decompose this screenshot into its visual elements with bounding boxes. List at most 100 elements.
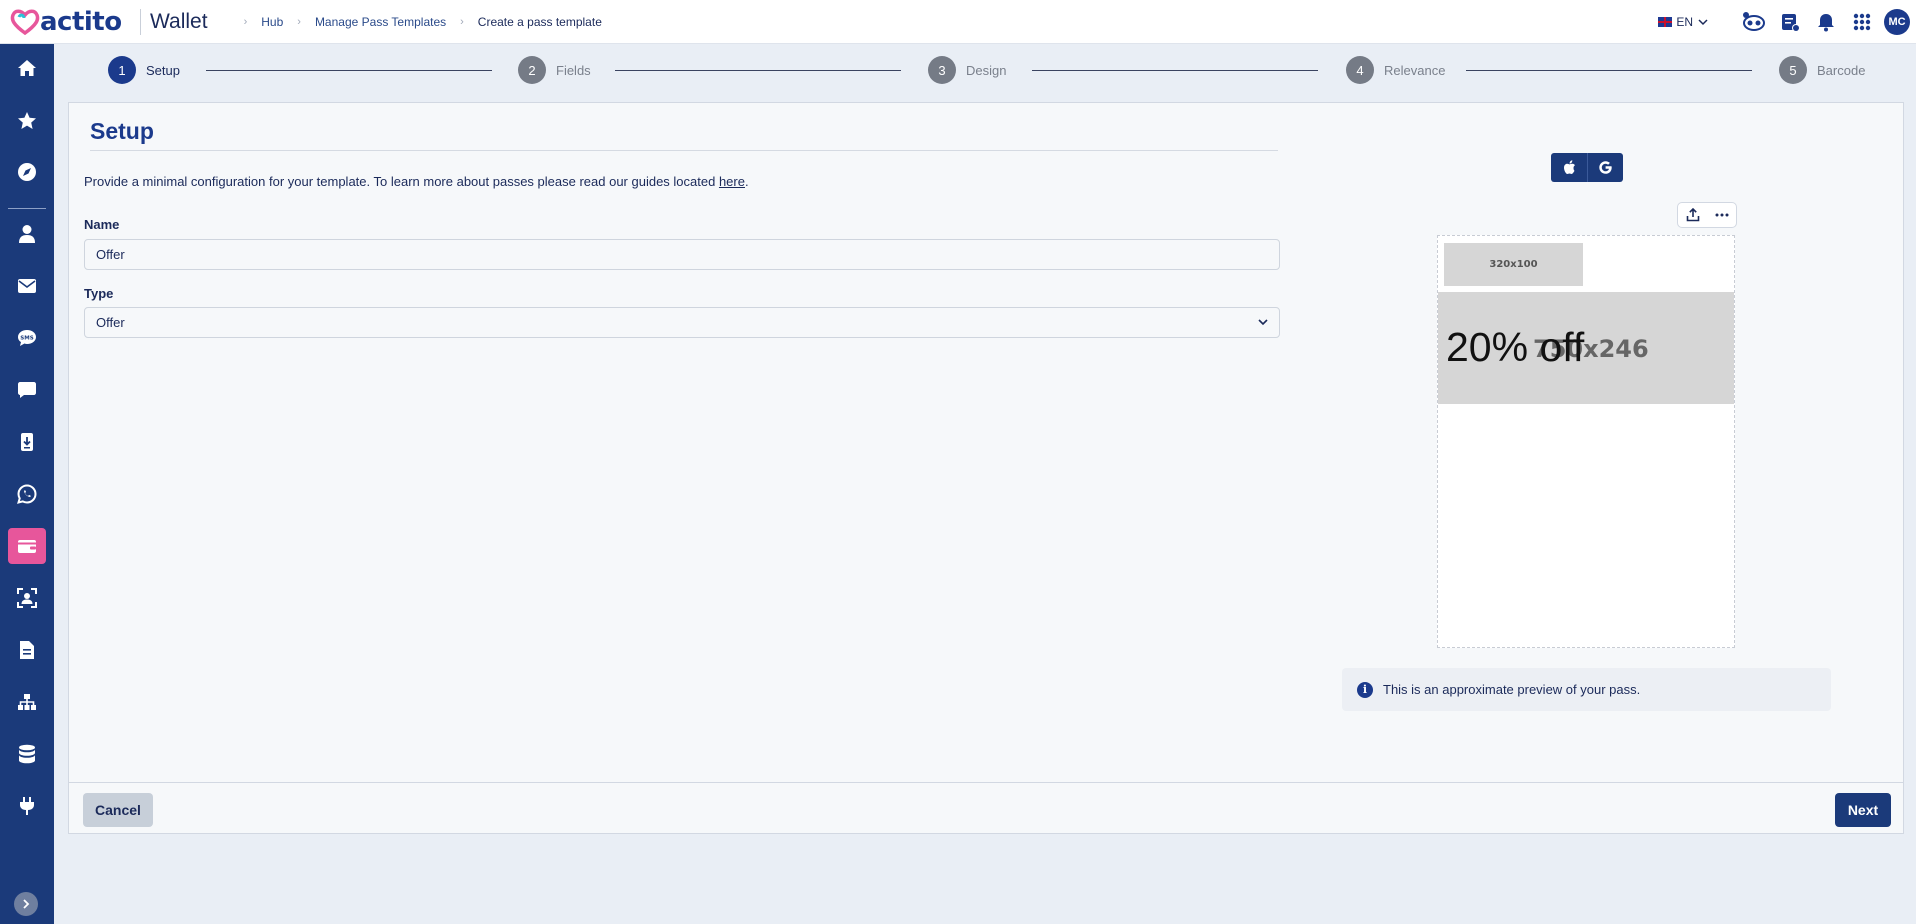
app-title: Wallet	[150, 9, 208, 33]
type-label: Type	[84, 286, 114, 301]
step-label: Barcode	[1817, 62, 1866, 78]
step-label: Fields	[556, 62, 591, 78]
language-selector[interactable]: EN	[1658, 15, 1708, 29]
step-number: 3	[928, 56, 956, 84]
pass-preview: 320x100 750x246 20% off	[1437, 235, 1735, 648]
next-button[interactable]: Next	[1835, 793, 1891, 827]
cancel-button[interactable]: Cancel	[83, 793, 153, 827]
step-design[interactable]: 3 Design	[928, 56, 1006, 84]
star-icon	[18, 111, 36, 129]
step-number: 1	[108, 56, 136, 84]
step-setup[interactable]: 1 Setup	[108, 56, 180, 84]
wizard-stepper: 1 Setup 2 Fields 3 Design 4 Relevance 5 …	[108, 56, 1868, 84]
sidebar-item-email[interactable]	[8, 268, 46, 304]
preview-notice-text: This is an approximate preview of your p…	[1383, 682, 1641, 697]
sitemap-icon	[18, 694, 36, 710]
sms-icon: SMS	[18, 330, 36, 346]
setup-card: Setup Provide a minimal configuration fo…	[68, 102, 1904, 834]
step-connector	[206, 70, 492, 71]
sidebar-item-explore[interactable]	[8, 154, 46, 190]
sidebar-divider	[8, 208, 46, 209]
step-connector	[1032, 70, 1318, 71]
apple-icon	[1563, 160, 1575, 174]
language-label: EN	[1676, 15, 1693, 29]
chevron-right-icon	[23, 899, 30, 909]
title-divider	[90, 150, 1278, 151]
sidebar-item-chat[interactable]	[8, 372, 46, 408]
google-icon	[1599, 161, 1612, 174]
step-number: 2	[518, 56, 546, 84]
breadcrumb-current: Create a pass template	[477, 14, 602, 29]
step-barcode[interactable]: 5 Barcode	[1779, 56, 1865, 84]
intro-text: Provide a minimal configuration for your…	[84, 174, 749, 189]
apps-grid-icon[interactable]	[1844, 0, 1880, 44]
name-input[interactable]: Offer	[84, 239, 1280, 270]
logo-image-placeholder: 320x100	[1444, 243, 1583, 286]
sidebar-item-contacts[interactable]	[8, 216, 46, 252]
actito-logo[interactable]: actito	[10, 9, 134, 35]
sidebar-item-favorites[interactable]	[8, 102, 46, 138]
breadcrumb-manage-pass-templates[interactable]: Manage Pass Templates	[315, 15, 446, 29]
sidebar-item-audience[interactable]	[8, 580, 46, 616]
sidebar-item-wallet[interactable]	[8, 528, 46, 564]
sidebar-item-scenarios[interactable]	[8, 684, 46, 720]
database-icon	[19, 744, 35, 764]
bell-icon[interactable]	[1808, 0, 1844, 44]
top-bar: actito Wallet › Hub › Manage Pass Templa…	[0, 0, 1916, 44]
sidebar-item-whatsapp[interactable]	[8, 476, 46, 512]
sidebar-item-documents[interactable]	[8, 632, 46, 668]
person-icon	[19, 225, 35, 243]
user-avatar[interactable]: MC	[1884, 9, 1910, 35]
tasks-badge-icon[interactable]	[1772, 0, 1808, 44]
plug-icon	[20, 797, 34, 815]
step-connector	[1466, 70, 1752, 71]
sidebar-item-integrations[interactable]	[8, 788, 46, 824]
chat-icon	[18, 382, 36, 398]
svg-text:SMS: SMS	[20, 336, 33, 342]
step-number: 5	[1779, 56, 1807, 84]
logo-text: actito	[40, 6, 122, 37]
step-connector	[615, 70, 901, 71]
step-relevance[interactable]: 4 Relevance	[1346, 56, 1445, 84]
share-button[interactable]	[1678, 203, 1707, 227]
document-icon	[20, 641, 34, 659]
sidebar-item-data[interactable]	[8, 736, 46, 772]
home-icon	[18, 60, 36, 76]
sidebar-item-home[interactable]	[8, 50, 46, 86]
apple-platform-button[interactable]	[1551, 153, 1587, 182]
ellipsis-icon	[1715, 213, 1728, 217]
sidebar-expand-button[interactable]	[14, 892, 38, 916]
strip-image-placeholder: 750x246 20% off	[1438, 292, 1734, 404]
envelope-icon	[18, 279, 36, 293]
assistant-robot-icon[interactable]	[1736, 0, 1772, 44]
header-actions: EN MC	[1658, 0, 1916, 44]
intro-text-body: Provide a minimal configuration for your…	[84, 174, 719, 189]
breadcrumb-hub[interactable]: Hub	[261, 15, 283, 29]
primary-field-value: 20% off	[1446, 324, 1585, 370]
whatsapp-icon	[17, 484, 37, 504]
step-fields[interactable]: 2 Fields	[518, 56, 591, 84]
share-upload-icon	[1686, 208, 1699, 222]
breadcrumb: › Hub › Manage Pass Templates › Create a…	[230, 15, 602, 29]
type-select-value: Offer	[96, 315, 125, 330]
google-platform-button[interactable]	[1587, 153, 1623, 182]
breadcrumb-separator-icon: ›	[297, 15, 301, 28]
type-select[interactable]: Offer	[84, 307, 1280, 338]
name-label: Name	[84, 217, 120, 232]
wallet-icon	[18, 540, 36, 553]
uk-flag-icon	[1658, 17, 1673, 27]
sidebar-item-sms[interactable]: SMS	[8, 320, 46, 356]
breadcrumb-separator-icon: ›	[243, 15, 248, 28]
compass-icon	[18, 163, 36, 181]
chevron-down-icon	[1698, 19, 1708, 26]
step-label: Design	[966, 62, 1007, 78]
guides-link[interactable]: here	[719, 174, 745, 189]
mobile-download-icon	[21, 433, 33, 451]
face-scan-icon	[17, 588, 37, 608]
platform-toggle	[1551, 153, 1623, 182]
breadcrumb-separator-icon: ›	[460, 15, 464, 28]
preview-notice: i This is an approximate preview of your…	[1342, 668, 1831, 711]
more-options-button[interactable]	[1707, 203, 1736, 227]
sidebar: SMS	[0, 44, 54, 924]
sidebar-item-mobile-app[interactable]	[8, 424, 46, 460]
